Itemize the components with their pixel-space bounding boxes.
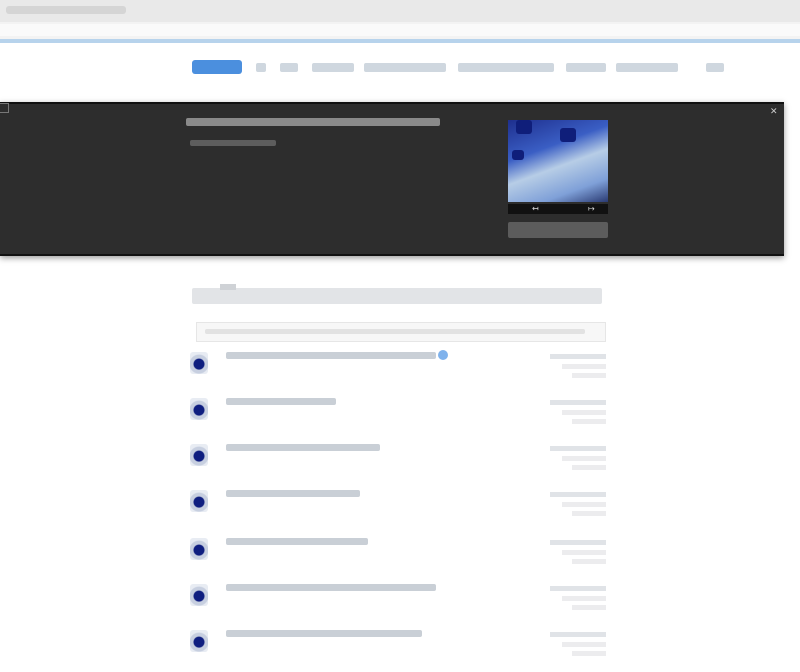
nav-item[interactable] bbox=[566, 63, 606, 72]
tab-title bbox=[6, 6, 126, 14]
list-item-title[interactable] bbox=[226, 490, 360, 497]
file-icon bbox=[190, 444, 208, 466]
nav-item[interactable] bbox=[364, 63, 446, 72]
nav-item[interactable] bbox=[706, 63, 724, 72]
list-item-meta bbox=[550, 400, 606, 424]
list-item-meta bbox=[550, 492, 606, 516]
panel-title bbox=[186, 118, 440, 126]
list-item-title[interactable] bbox=[226, 584, 436, 591]
file-icon bbox=[190, 352, 208, 374]
list-item[interactable] bbox=[186, 628, 610, 662]
image-thumbnail[interactable] bbox=[508, 120, 608, 202]
list-item-title[interactable] bbox=[226, 630, 422, 637]
file-icon bbox=[190, 490, 208, 512]
list-item[interactable] bbox=[186, 442, 610, 476]
thumbnail-detail bbox=[512, 150, 524, 160]
nav-item[interactable] bbox=[458, 63, 554, 72]
list-item[interactable] bbox=[186, 536, 610, 570]
tab-strip[interactable] bbox=[0, 0, 800, 22]
file-icon bbox=[190, 538, 208, 560]
filter-placeholder bbox=[205, 329, 585, 334]
media-controls: ↤ ↦ bbox=[508, 204, 608, 214]
list-item[interactable] bbox=[186, 396, 610, 430]
feature-panel: ✕ ↤ ↦ bbox=[0, 102, 784, 256]
arrow-right-icon[interactable]: ↦ bbox=[588, 205, 598, 213]
panel-subtitle bbox=[190, 140, 276, 146]
address-bar[interactable] bbox=[0, 24, 800, 36]
list-item[interactable] bbox=[186, 582, 610, 616]
bookmarks-bar bbox=[0, 39, 800, 43]
list-item-meta bbox=[550, 446, 606, 470]
thumbnail-detail bbox=[516, 120, 532, 134]
nav-item[interactable] bbox=[280, 63, 298, 72]
resize-handle[interactable] bbox=[0, 103, 9, 113]
nav-item-active[interactable] bbox=[192, 60, 242, 74]
file-icon bbox=[190, 630, 208, 652]
file-icon bbox=[190, 398, 208, 420]
list-item[interactable] bbox=[186, 350, 610, 384]
list-item-title[interactable] bbox=[226, 352, 436, 359]
list-item[interactable] bbox=[186, 488, 610, 522]
info-badge-icon[interactable] bbox=[438, 350, 448, 360]
file-icon bbox=[190, 584, 208, 606]
filter-bar[interactable] bbox=[196, 322, 606, 342]
list-item-title[interactable] bbox=[226, 444, 380, 451]
list-item-meta bbox=[550, 632, 606, 656]
nav-item[interactable] bbox=[256, 63, 266, 72]
thumbnail-detail bbox=[560, 128, 576, 142]
panel-action-button[interactable] bbox=[508, 222, 608, 238]
browser-chrome bbox=[0, 0, 800, 43]
list-item-title[interactable] bbox=[226, 538, 368, 545]
arrow-left-icon[interactable]: ↤ bbox=[532, 205, 542, 213]
nav-item[interactable] bbox=[312, 63, 354, 72]
page-heading bbox=[192, 284, 602, 304]
nav-item[interactable] bbox=[616, 63, 678, 72]
heading-label bbox=[220, 284, 236, 290]
close-icon[interactable]: ✕ bbox=[770, 106, 780, 116]
list-item-meta bbox=[550, 354, 606, 378]
list-item-meta bbox=[550, 586, 606, 610]
site-nav bbox=[0, 52, 800, 84]
list-item-title[interactable] bbox=[226, 398, 336, 405]
list-item-meta bbox=[550, 540, 606, 564]
